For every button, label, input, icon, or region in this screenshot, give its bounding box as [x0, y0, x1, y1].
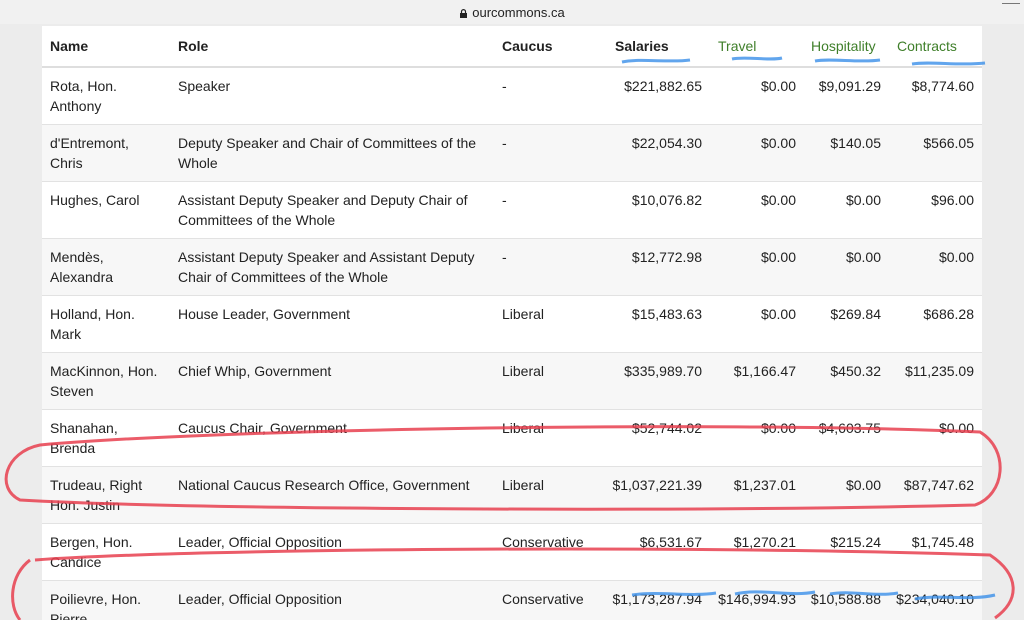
header-travel[interactable]: Travel: [718, 38, 756, 54]
cell-salaries: $6,531.67: [639, 534, 702, 550]
cell-hospitality: $450.32: [830, 363, 881, 379]
cell-name: Mendès, Alexandra: [50, 249, 114, 285]
cell-role: Speaker: [178, 78, 231, 94]
header-role[interactable]: Role: [178, 38, 208, 54]
cell-salaries: $1,173,287.94: [612, 591, 702, 607]
cell-name: Trudeau, Right Hon. Justin: [50, 477, 143, 513]
cell-caucus: Liberal: [502, 363, 545, 379]
cell-salaries: $15,483.63: [631, 306, 702, 322]
cell-hospitality: $215.24: [830, 534, 881, 550]
cell-salaries: $335,989.70: [624, 363, 702, 379]
table-row: Holland, Hon. Mark House Leader, Governme…: [42, 296, 982, 353]
cell-hospitality: $269.84: [830, 306, 881, 322]
cell-caucus: Liberal: [502, 306, 545, 322]
cell-role: House Leader, Government: [178, 306, 350, 322]
cell-role: Deputy Speaker and Chair of Committees o…: [178, 135, 477, 171]
cell-caucus: Conservative: [502, 591, 584, 607]
cell-hospitality: $10,588.88: [810, 591, 881, 607]
cell-caucus: Liberal: [502, 420, 545, 436]
cell-travel: $0.00: [760, 420, 796, 436]
cell-role: Assistant Deputy Speaker and Deputy Chai…: [178, 192, 468, 228]
browser-url-bar[interactable]: ourcommons.ca: [0, 0, 1024, 24]
cell-caucus: -: [502, 78, 507, 94]
cell-name: MacKinnon, Hon. Steven: [50, 363, 158, 399]
cell-role: Assistant Deputy Speaker and Assistant D…: [178, 249, 475, 285]
cell-caucus: -: [502, 192, 507, 208]
expenses-table: Name Role Caucus Salaries Travel Hospita…: [42, 26, 982, 620]
cell-hospitality: $0.00: [845, 249, 881, 265]
cell-contracts: $686.28: [923, 306, 974, 322]
cell-contracts: $11,235.09: [904, 363, 974, 379]
cell-contracts: $0.00: [938, 420, 974, 436]
cell-salaries: $52,744.02: [631, 420, 702, 436]
header-name[interactable]: Name: [50, 38, 88, 54]
table-row: Hughes, Carol Assistant Deputy Speaker an…: [42, 182, 982, 239]
cell-hospitality: $4,603.75: [818, 420, 881, 436]
cell-contracts: $234,040.10: [896, 591, 974, 607]
cell-contracts: $0.00: [938, 249, 974, 265]
cell-travel: $1,270.21: [733, 534, 796, 550]
cell-contracts: $87,747.62: [903, 477, 974, 493]
cell-travel: $0.00: [760, 135, 796, 151]
header-caucus[interactable]: Caucus: [502, 38, 553, 54]
cell-name: Shanahan, Brenda: [50, 420, 118, 456]
lock-icon: [460, 8, 468, 18]
header-salaries[interactable]: Salaries: [615, 38, 669, 54]
cell-hospitality: $0.00: [845, 477, 881, 493]
cell-travel: $0.00: [760, 78, 796, 94]
cell-role: Chief Whip, Government: [178, 363, 332, 379]
url-domain: ourcommons.ca: [472, 4, 565, 20]
cell-salaries: $1,037,221.39: [612, 477, 702, 493]
cell-travel: $1,166.47: [733, 363, 796, 379]
cell-contracts: $1,745.48: [911, 534, 974, 550]
cell-name: Bergen, Hon. Candice: [50, 534, 133, 570]
cell-contracts: $8,774.60: [911, 78, 974, 94]
cell-travel: $0.00: [760, 249, 796, 265]
cell-role: Leader, Official Opposition: [178, 534, 342, 550]
cell-contracts: $566.05: [923, 135, 974, 151]
cell-name: Hughes, Carol: [50, 192, 140, 208]
browser-menu-icon[interactable]: [1002, 0, 1020, 4]
cell-name: Rota, Hon. Anthony: [50, 78, 117, 114]
cell-salaries: $221,882.65: [624, 78, 702, 94]
table-body: Rota, Hon. Anthony Speaker - $221,882.65 $0.…: [42, 68, 982, 620]
table-header: Name Role Caucus Salaries Travel Hospita…: [42, 26, 982, 68]
cell-role: National Caucus Research Office, Governm…: [178, 477, 470, 493]
table-row: Trudeau, Right Hon. Justin National Caucu…: [42, 467, 982, 524]
cell-travel: $0.00: [760, 192, 796, 208]
cell-caucus: Liberal: [502, 477, 545, 493]
cell-caucus: -: [502, 135, 507, 151]
table-row: d'Entremont, Chris Deputy Speaker and Cha…: [42, 125, 982, 182]
cell-role: Leader, Official Opposition: [178, 591, 342, 607]
cell-caucus: Conservative: [502, 534, 584, 550]
cell-travel: $146,994.93: [718, 591, 796, 607]
cell-hospitality: $0.00: [845, 192, 881, 208]
cell-hospitality: $140.05: [830, 135, 881, 151]
cell-salaries: $22,054.30: [631, 135, 702, 151]
cell-contracts: $96.00: [931, 192, 974, 208]
cell-name: d'Entremont, Chris: [50, 135, 129, 171]
cell-hospitality: $9,091.29: [818, 78, 881, 94]
header-contracts[interactable]: Contracts: [897, 38, 957, 54]
table-row: Mendès, Alexandra Assistant Deputy Speake…: [42, 239, 982, 296]
cell-salaries: $12,772.98: [631, 249, 702, 265]
cell-name: Poilievre, Hon. Pierre: [50, 591, 142, 620]
cell-travel: $0.00: [760, 306, 796, 322]
table-row: Poilievre, Hon. Pierre Leader, Official O…: [42, 581, 982, 620]
cell-travel: $1,237.01: [733, 477, 796, 493]
table-row: Rota, Hon. Anthony Speaker - $221,882.65 $0.…: [42, 68, 982, 125]
cell-name: Holland, Hon. Mark: [50, 306, 135, 342]
table-row: MacKinnon, Hon. Steven Chief Whip, Govern…: [42, 353, 982, 410]
table-row: Bergen, Hon. Candice Leader, Official Opp…: [42, 524, 982, 581]
cell-caucus: -: [502, 249, 507, 265]
cell-role: Caucus Chair, Government: [178, 420, 347, 436]
table-row: Shanahan, Brenda Caucus Chair, Government…: [42, 410, 982, 467]
header-hospitality[interactable]: Hospitality: [811, 38, 876, 54]
cell-salaries: $10,076.82: [631, 192, 702, 208]
